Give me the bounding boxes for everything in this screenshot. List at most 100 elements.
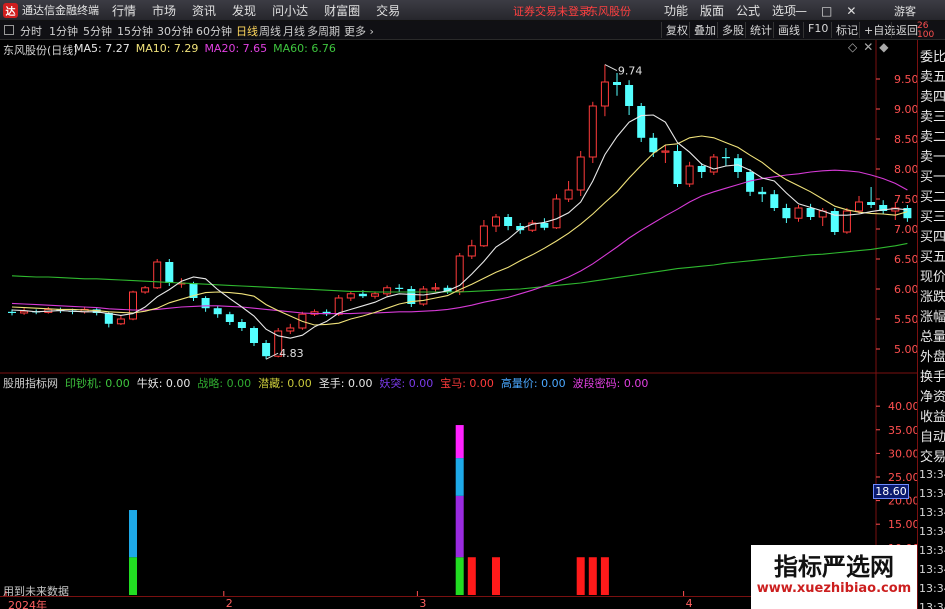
period-1min[interactable]: 1分钟: [49, 23, 78, 39]
statistics-button[interactable]: 统计: [745, 22, 772, 38]
rp-label[interactable]: 总量: [920, 326, 945, 345]
indicator-bar: [455, 425, 464, 459]
indicator-tick-label: 15.00: [888, 518, 917, 531]
indicator-name[interactable]: 股朋指标网: [3, 375, 58, 391]
rp-label[interactable]: 现价: [920, 266, 945, 285]
menu-market-quotes[interactable]: 行情: [112, 2, 136, 19]
draw-line-button[interactable]: 画线: [773, 22, 800, 38]
candle-down: [504, 217, 513, 226]
menu-trade[interactable]: 交易: [376, 2, 400, 19]
rp-label[interactable]: 买四: [920, 226, 945, 245]
menu-functions[interactable]: 功能: [664, 2, 688, 19]
rp-label[interactable]: 卖一: [920, 146, 945, 165]
period-30min[interactable]: 30分钟: [157, 23, 193, 39]
right-quote-panel: 委比 卖五 卖四 卖三 卖二 卖一 买一 买二 买三 买四 买五 现价 涨跌 涨…: [917, 40, 945, 609]
candle-up: [709, 156, 718, 173]
mark-button[interactable]: 标记: [831, 22, 858, 38]
rp-label[interactable]: 买二: [920, 186, 945, 205]
candle-down: [673, 151, 682, 184]
close-icon[interactable]: ✕: [846, 4, 856, 18]
indicator-tick-label: 30.00: [888, 447, 917, 460]
rp-label[interactable]: 换手: [920, 366, 945, 385]
rp-label[interactable]: 涨跌: [920, 286, 945, 305]
rp-label[interactable]: 自动: [920, 426, 945, 445]
ma10-line: [11, 135, 908, 326]
indicator-bar: [455, 495, 464, 558]
rp-label[interactable]: 卖五: [920, 66, 945, 85]
back-button[interactable]: 返回: [891, 22, 918, 38]
rp-label[interactable]: 卖二: [920, 126, 945, 145]
period-weekly[interactable]: 周线: [259, 23, 281, 39]
rp-label[interactable]: 买三: [920, 206, 945, 225]
rp-label[interactable]: 卖四: [920, 86, 945, 105]
multi-stock-button[interactable]: 多股: [717, 22, 744, 38]
candle-down: [395, 287, 404, 289]
panel-toggle-icon[interactable]: [4, 25, 14, 35]
candle-up: [576, 156, 585, 191]
candle-up: [661, 150, 670, 153]
chart-control-icons[interactable]: ◇✕◆: [848, 40, 895, 54]
price-tick-label: 9.50: [894, 73, 917, 86]
rp-label[interactable]: 交易: [920, 446, 945, 465]
candle-up: [564, 189, 573, 200]
time-tick-label: 4: [685, 597, 693, 609]
rp-label[interactable]: 委比: [920, 46, 945, 65]
candle-up: [141, 287, 150, 293]
main-menu: 行情 市场 资讯 发现 问小达 财富圈 交易: [112, 0, 400, 21]
guest-user[interactable]: 游客: [894, 3, 916, 19]
cursor-value-tag: 18.60: [873, 484, 909, 499]
current-stock-name: 东风股份: [587, 5, 631, 18]
indicator-value: 印钞机: 0.00: [65, 377, 130, 390]
rp-label[interactable]: 涨幅: [920, 306, 945, 325]
overlay-button[interactable]: 叠加: [689, 22, 716, 38]
rp-trade-time: 13:34: [919, 544, 945, 557]
candle-down: [625, 85, 634, 106]
period-monthly[interactable]: 月线: [283, 23, 305, 39]
ma60-legend: MA60: 6.76: [273, 42, 336, 55]
menu-layout[interactable]: 版面: [700, 2, 724, 19]
rp-label[interactable]: 买一: [920, 166, 945, 185]
candle-up: [153, 261, 162, 289]
price-tick-label: 8.50: [894, 133, 917, 146]
period-more[interactable]: 更多 ›: [344, 23, 374, 39]
app-title: 通达信金融终端: [22, 4, 99, 17]
rp-label[interactable]: 外盘: [920, 346, 945, 365]
minimize-icon[interactable]: —: [795, 4, 807, 18]
login-notice[interactable]: 证券交易未登录: [513, 3, 590, 19]
period-15min[interactable]: 15分钟: [117, 23, 153, 39]
menu-market[interactable]: 市场: [152, 2, 176, 19]
chart-area[interactable]: 9.50 9.00 8.50 8.00 7.50 7.00 6.50 6.00 5.50 5.00…: [0, 40, 917, 596]
rp-label[interactable]: 卖三: [920, 106, 945, 125]
candle-up: [479, 225, 488, 247]
indicator-value: 战略: 0.00: [197, 377, 252, 390]
period-5min[interactable]: 5分钟: [83, 23, 112, 39]
candle-up: [383, 287, 392, 295]
menu-wealth-circle[interactable]: 财富圈: [324, 2, 360, 19]
price-marker-line: [604, 64, 618, 72]
adjust-button[interactable]: 复权: [661, 22, 688, 38]
candle-down: [637, 106, 646, 138]
indicator-bar: [576, 557, 585, 595]
menu-news[interactable]: 资讯: [192, 2, 216, 19]
add-watchlist-button[interactable]: +自选: [859, 22, 895, 38]
menu-formula[interactable]: 公式: [736, 2, 760, 19]
watermark: 指标严选网 www.xuezhibiao.com: [751, 545, 917, 609]
indicator-bar: [455, 458, 464, 496]
window-controls: — □ ✕: [795, 0, 856, 21]
menu-ask-xiaoda[interactable]: 问小达: [272, 2, 308, 19]
f10-button[interactable]: F10: [803, 22, 828, 38]
period-60min[interactable]: 60分钟: [196, 23, 232, 39]
period-intraday[interactable]: 分时: [20, 23, 42, 39]
period-daily[interactable]: 日线: [236, 23, 258, 39]
rp-label[interactable]: 收益: [920, 406, 945, 425]
candle-down: [225, 314, 234, 322]
rp-label[interactable]: 买五: [920, 246, 945, 265]
period-multi[interactable]: 多周期: [307, 23, 340, 39]
maximize-icon[interactable]: □: [821, 4, 832, 18]
menu-discover[interactable]: 发现: [232, 2, 256, 19]
candle-up: [685, 165, 694, 185]
rp-label[interactable]: 净资: [920, 386, 945, 405]
ma20-legend: MA20: 7.65: [204, 42, 268, 55]
time-tick-label: 2024年: [8, 599, 47, 609]
menu-options[interactable]: 选项: [772, 2, 796, 19]
